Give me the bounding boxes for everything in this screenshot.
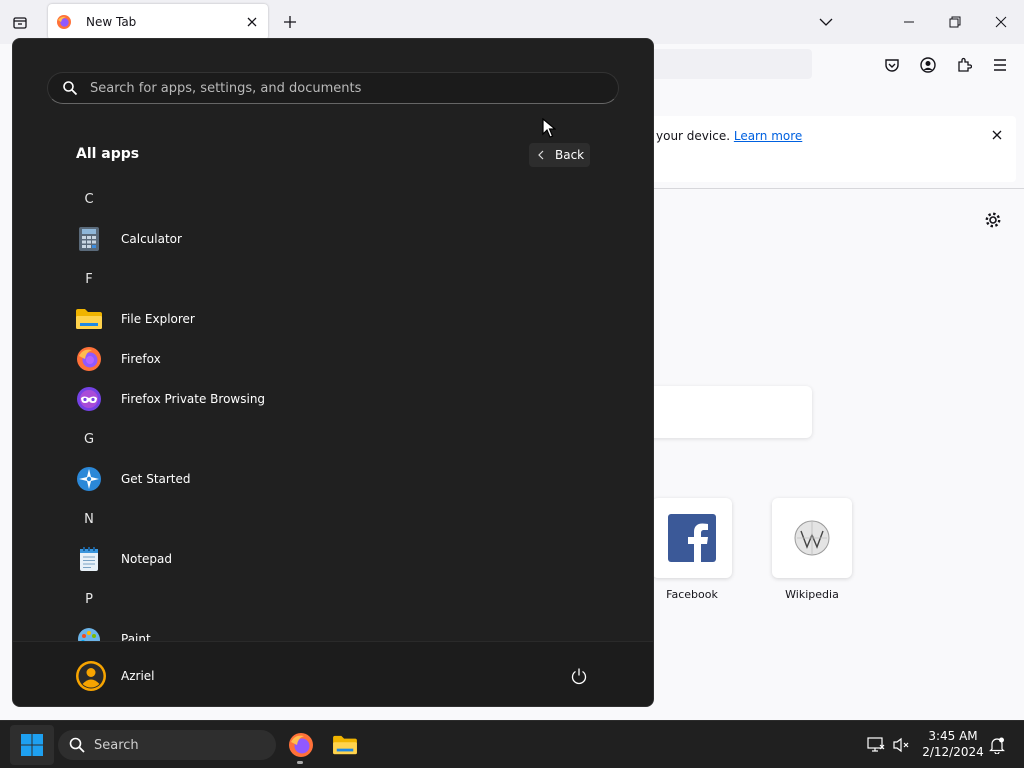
close-window-icon[interactable] xyxy=(987,8,1015,36)
app-firefox[interactable]: Firefox xyxy=(75,341,161,377)
shortcut-label: Facebook xyxy=(666,588,718,601)
notice-text: your device. xyxy=(656,129,734,143)
all-apps-list: C Calculator F File Explorer Firefox Fir… xyxy=(13,181,653,641)
divider xyxy=(600,188,1024,189)
app-name: File Explorer xyxy=(121,312,195,326)
app-name: Paint xyxy=(121,632,151,641)
file-explorer-icon xyxy=(75,305,103,333)
user-account-button[interactable]: Azriel xyxy=(75,660,155,692)
app-name: Firefox xyxy=(121,352,161,366)
user-name: Azriel xyxy=(121,669,155,683)
app-notepad[interactable]: Notepad xyxy=(75,541,172,577)
calculator-icon xyxy=(75,225,103,253)
power-icon[interactable] xyxy=(569,666,589,686)
minimize-icon[interactable] xyxy=(895,8,923,36)
new-tab-plus-icon[interactable] xyxy=(280,12,300,32)
taskbar-file-explorer[interactable] xyxy=(327,727,363,763)
windows-logo-icon xyxy=(21,734,43,756)
taskbar-search-box[interactable]: Search xyxy=(58,730,276,760)
get-started-icon xyxy=(75,465,103,493)
app-name: Firefox Private Browsing xyxy=(121,392,266,406)
tab-title: New Tab xyxy=(86,15,137,29)
close-notice-icon[interactable] xyxy=(990,128,1004,142)
notepad-icon xyxy=(75,545,103,573)
extensions-icon[interactable] xyxy=(954,55,974,75)
account-icon[interactable] xyxy=(918,55,938,75)
firefox-favicon-icon xyxy=(57,15,71,29)
restore-icon[interactable] xyxy=(941,8,969,36)
app-name: Calculator xyxy=(121,232,182,246)
learn-more-link[interactable]: Learn more xyxy=(734,129,802,143)
file-explorer-icon xyxy=(333,735,357,755)
hamburger-menu-icon[interactable] xyxy=(990,55,1010,75)
all-apps-heading: All apps xyxy=(76,146,140,162)
volume-muted-icon[interactable] xyxy=(891,735,911,755)
wikipedia-icon xyxy=(794,520,830,556)
list-all-tabs-chevron-icon[interactable] xyxy=(812,8,840,36)
gear-icon[interactable] xyxy=(983,210,1003,230)
firefox-icon xyxy=(289,733,313,757)
app-paint[interactable]: Paint xyxy=(75,621,151,641)
start-footer: Azriel xyxy=(13,641,653,706)
firefox-view-icon[interactable] xyxy=(9,12,31,34)
section-letter-f[interactable]: F xyxy=(75,261,103,297)
back-label: Back xyxy=(555,148,585,162)
taskbar: Search 3:45 AM 2/12/2024 xyxy=(0,720,1024,768)
firefox-private-icon xyxy=(75,385,103,413)
section-letter: G xyxy=(83,431,95,447)
section-letter: C xyxy=(84,191,94,207)
avatar xyxy=(76,661,106,691)
section-letter: N xyxy=(84,511,94,527)
start-button[interactable] xyxy=(10,725,54,765)
pocket-icon[interactable] xyxy=(882,55,902,75)
clock-time: 3:45 AM xyxy=(928,729,978,743)
shortcut-wikipedia[interactable]: Wikipedia xyxy=(772,498,852,601)
section-letter: F xyxy=(85,271,93,287)
section-letter-g[interactable]: G xyxy=(75,421,103,457)
app-get-started[interactable]: Get Started xyxy=(75,461,191,497)
shortcut-label: Wikipedia xyxy=(785,588,839,601)
start-menu: All apps Back C Calculator F File Explor… xyxy=(12,38,654,707)
section-letter-p[interactable]: P xyxy=(75,581,103,617)
app-name: Notepad xyxy=(121,552,172,566)
system-clock[interactable]: 3:45 AM 2/12/2024 xyxy=(918,728,988,760)
tab-new-tab[interactable]: New Tab xyxy=(48,4,268,40)
network-icon[interactable] xyxy=(866,735,886,755)
app-file-explorer[interactable]: File Explorer xyxy=(75,301,195,337)
app-calculator[interactable]: Calculator xyxy=(75,221,182,257)
clock-date: 2/12/2024 xyxy=(922,745,984,759)
section-letter-c[interactable]: C xyxy=(75,181,103,217)
notifications-bell-icon[interactable] xyxy=(987,735,1007,755)
search-icon xyxy=(69,737,85,753)
search-icon xyxy=(63,81,78,96)
section-letter-n[interactable]: N xyxy=(75,501,103,537)
start-search-bar[interactable] xyxy=(47,72,619,104)
section-letter: P xyxy=(85,591,93,607)
paint-icon xyxy=(75,625,103,641)
mouse-cursor-icon xyxy=(542,118,556,138)
app-firefox-private-browsing[interactable]: Firefox Private Browsing xyxy=(75,381,265,417)
back-button[interactable]: Back xyxy=(529,143,590,167)
chevron-left-icon xyxy=(538,150,544,160)
running-indicator xyxy=(297,761,303,764)
shortcut-facebook[interactable]: Facebook xyxy=(652,498,732,601)
app-name: Get Started xyxy=(121,472,191,486)
facebook-icon xyxy=(668,514,716,562)
privacy-notice: your device. Learn more xyxy=(600,116,1016,182)
taskbar-search-label: Search xyxy=(94,737,139,753)
start-search-input[interactable] xyxy=(90,80,618,96)
close-tab-icon[interactable] xyxy=(244,14,260,30)
taskbar-firefox[interactable] xyxy=(283,727,319,763)
firefox-icon xyxy=(75,345,103,373)
